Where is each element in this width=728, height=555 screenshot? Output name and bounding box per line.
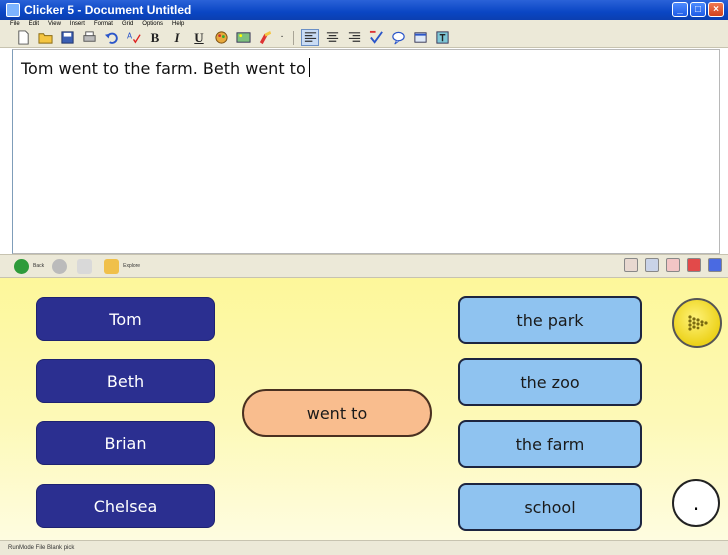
menu-options[interactable]: Options bbox=[142, 20, 163, 28]
toolbar-separator bbox=[293, 30, 294, 45]
window-controls: _ □ × bbox=[672, 2, 724, 17]
print-icon[interactable] bbox=[80, 29, 98, 46]
grid-view-icon[interactable] bbox=[645, 258, 659, 272]
toolbar: A B I U · bbox=[0, 28, 728, 48]
flag-red-2-icon[interactable] bbox=[687, 258, 701, 272]
back-label[interactable]: Back bbox=[33, 263, 44, 269]
document-area[interactable]: Tom went to the farm. Beth went to bbox=[12, 49, 720, 254]
word-cell-went-to[interactable]: went to bbox=[242, 389, 432, 437]
menu-edit[interactable]: Edit bbox=[29, 20, 39, 28]
menu-file[interactable]: File bbox=[10, 20, 20, 28]
menu-insert[interactable]: Insert bbox=[70, 20, 85, 28]
font-color-icon[interactable] bbox=[212, 29, 230, 46]
save-icon[interactable] bbox=[58, 29, 76, 46]
menu-bar: File Edit View Insert Format Grid Option… bbox=[0, 20, 728, 28]
speak-text-icon[interactable] bbox=[433, 29, 451, 46]
spellcheck-icon[interactable]: A bbox=[124, 29, 142, 46]
align-left-icon[interactable] bbox=[301, 29, 319, 46]
new-document-icon[interactable] bbox=[14, 29, 32, 46]
open-folder-icon[interactable] bbox=[36, 29, 54, 46]
app-icon bbox=[6, 3, 20, 17]
svg-text:A: A bbox=[126, 31, 132, 40]
menu-format[interactable]: Format bbox=[94, 20, 113, 28]
undo-icon[interactable] bbox=[102, 29, 120, 46]
menu-view[interactable]: View bbox=[48, 20, 61, 28]
play-dots-icon bbox=[688, 315, 708, 331]
word-cell-the-park[interactable]: the park bbox=[458, 296, 642, 344]
document-text: Tom went to the farm. Beth went to bbox=[21, 59, 306, 78]
document-text-line: Tom went to the farm. Beth went to bbox=[21, 58, 310, 78]
menu-help[interactable]: Help bbox=[172, 20, 184, 28]
window-title: Clicker 5 - Document Untitled bbox=[24, 3, 192, 17]
word-cell-beth[interactable]: Beth bbox=[36, 359, 215, 403]
grid-nav-bar: Back Explore bbox=[0, 254, 728, 278]
clicker-grid: Tom Beth Brian Chelsea went to the park … bbox=[0, 278, 728, 540]
flag-red-icon[interactable] bbox=[666, 258, 680, 272]
italic-button[interactable]: I bbox=[168, 29, 186, 46]
word-cell-the-zoo[interactable]: the zoo bbox=[458, 358, 642, 406]
menu-grid[interactable]: Grid bbox=[122, 20, 133, 28]
edit-grid-icon[interactable] bbox=[624, 258, 638, 272]
maximize-button[interactable]: □ bbox=[690, 2, 706, 17]
word-cell-school[interactable]: school bbox=[458, 483, 642, 531]
align-right-icon[interactable] bbox=[345, 29, 363, 46]
insert-picture-icon[interactable] bbox=[234, 29, 252, 46]
word-cell-the-farm[interactable]: the farm bbox=[458, 420, 642, 468]
minimize-button[interactable]: _ bbox=[672, 2, 688, 17]
align-center-icon[interactable] bbox=[323, 29, 341, 46]
speech-bubble-icon[interactable] bbox=[389, 29, 407, 46]
text-caret bbox=[308, 58, 310, 77]
highlight-icon[interactable] bbox=[256, 29, 274, 46]
word-cell-brian[interactable]: Brian bbox=[36, 421, 215, 465]
speak-button[interactable] bbox=[672, 298, 722, 348]
title-bar: Clicker 5 - Document Untitled _ □ × bbox=[0, 0, 728, 20]
window-layout-icon[interactable] bbox=[411, 29, 429, 46]
back-arrow-icon[interactable] bbox=[14, 258, 29, 274]
status-text: RunMode File Blank pick bbox=[8, 545, 75, 551]
flag-blue-icon[interactable] bbox=[708, 258, 722, 272]
explore-icon[interactable] bbox=[104, 258, 120, 274]
full-stop-button[interactable]: . bbox=[672, 479, 720, 527]
home-icon[interactable] bbox=[77, 258, 93, 274]
check-mark-icon[interactable] bbox=[367, 29, 385, 46]
word-cell-chelsea[interactable]: Chelsea bbox=[36, 484, 215, 528]
forward-arrow-icon[interactable] bbox=[52, 258, 68, 274]
nav-right-tools bbox=[624, 258, 722, 272]
explore-label[interactable]: Explore bbox=[123, 263, 140, 269]
status-bar: RunMode File Blank pick bbox=[0, 540, 728, 555]
word-cell-tom[interactable]: Tom bbox=[36, 297, 215, 341]
underline-button[interactable]: U bbox=[190, 29, 208, 46]
bold-button[interactable]: B bbox=[146, 29, 164, 46]
close-button[interactable]: × bbox=[708, 2, 724, 17]
dropdown-arrow-icon[interactable]: · bbox=[278, 29, 286, 46]
